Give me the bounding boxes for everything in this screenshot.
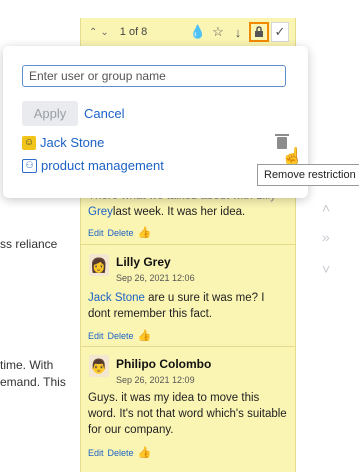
- restriction-item-user[interactable]: ☺ Jack Stone: [22, 135, 104, 150]
- avatar: 👨: [89, 355, 109, 377]
- delete-link[interactable]: Delete: [108, 448, 134, 458]
- avatar: 👩: [89, 254, 109, 276]
- drop-icon[interactable]: 💧: [189, 22, 207, 42]
- thumbs-up-icon[interactable]: 👍: [138, 226, 152, 239]
- comment-date: Sep 26, 2021 12:06: [116, 273, 195, 283]
- apply-button[interactable]: Apply: [22, 101, 78, 126]
- restriction-name[interactable]: Jack Stone: [40, 135, 104, 150]
- comment-nav-arrows[interactable]: ⌃⌄: [89, 27, 112, 38]
- star-icon[interactable]: ☆: [209, 22, 227, 42]
- delete-link[interactable]: Delete: [108, 228, 134, 238]
- comment-date: Sep 26, 2021 12:09: [116, 375, 195, 385]
- comment-counter: 1 of 8: [119, 26, 148, 38]
- remove-restriction-tooltip: Remove restriction: [257, 164, 359, 186]
- chevron-up-icon[interactable]: ˄: [322, 200, 330, 216]
- edit-link[interactable]: Edit: [88, 448, 104, 458]
- user-group-search-input[interactable]: [22, 65, 286, 87]
- restriction-item-group[interactable]: ⚇ product management: [22, 158, 164, 173]
- thumbs-up-icon[interactable]: 👍: [138, 329, 152, 342]
- comment-divider: [81, 244, 295, 245]
- mention-link[interactable]: Grey: [88, 206, 113, 218]
- chevron-up-icon[interactable]: ⌃: [89, 27, 100, 38]
- mention-link[interactable]: Jack Stone: [88, 292, 145, 304]
- chevron-down-icon[interactable]: ⌄: [100, 27, 111, 38]
- comment-text-body: last week. It was her idea.: [112, 206, 246, 218]
- edit-link[interactable]: Edit: [88, 331, 104, 341]
- group-icon: ⚇: [22, 158, 37, 173]
- edit-link[interactable]: Edit: [88, 228, 104, 238]
- check-icon[interactable]: ✓: [271, 22, 289, 42]
- comment-actions: Edit Delete 👍: [88, 329, 151, 342]
- document-text-line: emand. This: [0, 375, 66, 389]
- comment-text: Jack Stone are u sure it was me? I dont …: [88, 290, 288, 322]
- comment-actions: Edit Delete 👍: [88, 446, 151, 459]
- comment-actions: Edit Delete 👍: [88, 226, 151, 239]
- arrow-down-icon[interactable]: ↓: [229, 22, 247, 42]
- cancel-link[interactable]: Cancel: [84, 106, 124, 121]
- comment-author: Philipo Colombo: [116, 357, 212, 371]
- restriction-name[interactable]: product management: [41, 158, 164, 173]
- comment-text: Guys. it was my idea to move this word. …: [88, 392, 287, 436]
- document-text-line: ss reliance: [0, 237, 58, 251]
- comments-toolbar: ⌃⌄ 1 of 8 💧 ☆ ↓ ✓: [81, 18, 295, 46]
- document-text-line: time. With: [0, 358, 54, 372]
- chevron-down-icon[interactable]: ˅: [322, 261, 330, 277]
- comment-author: Lilly Grey: [116, 255, 171, 269]
- comment-tools: 💧 ☆ ↓ ✓: [189, 22, 289, 42]
- comment-divider: [81, 346, 295, 347]
- thumbs-up-icon[interactable]: 👍: [138, 446, 152, 459]
- user-icon: ☺: [22, 135, 36, 150]
- double-chevron-right-icon[interactable]: »: [322, 229, 330, 245]
- lock-icon[interactable]: [249, 22, 269, 42]
- delete-link[interactable]: Delete: [108, 331, 134, 341]
